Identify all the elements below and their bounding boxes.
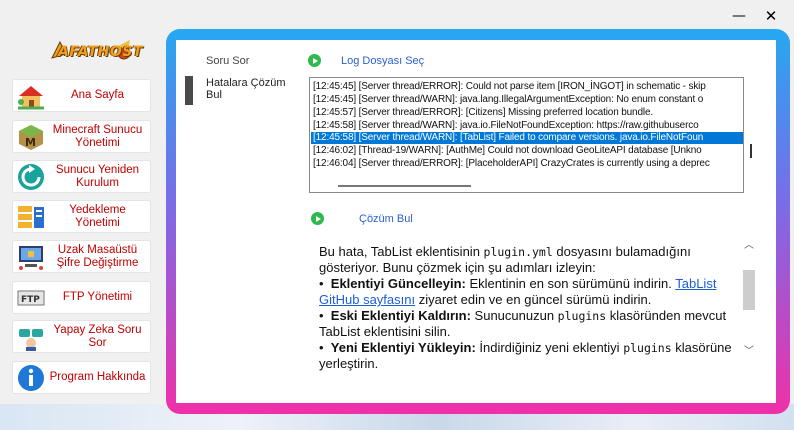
select-log-file-button[interactable]: Log Dosyası Seç — [341, 55, 424, 67]
active-tab-marker — [185, 76, 193, 105]
log-list[interactable]: [12:45:45] [Server thread/ERROR]: Could … — [309, 77, 744, 193]
solution-text-box[interactable]: Bu hata, TabList eklentisinin plugin.yml… — [309, 233, 758, 373]
minecraft-icon: M — [19, 125, 43, 150]
nav-about-label: Program Hakkında — [49, 371, 146, 383]
find-solution-button[interactable]: Çözüm Bul — [359, 213, 413, 225]
refresh-icon — [18, 164, 44, 190]
nav-about-button[interactable]: Program Hakkında — [12, 361, 151, 394]
chevron-down-icon[interactable]: ﹀ — [741, 342, 757, 357]
nav-minecraft-label: Minecraft Sunucu Yönetimi — [52, 123, 143, 149]
app-logo: AFATHOST — [44, 36, 142, 70]
log-line[interactable]: [12:45:58] [Server thread/WARN]: java.io… — [313, 120, 699, 132]
ai-robot-icon — [19, 329, 43, 351]
nav-home-button[interactable]: Ana Sayfa — [12, 79, 151, 112]
step1-text: Eklentinin en son sürümünü indirin. — [465, 276, 672, 291]
nav-ftp-label: FTP Yönetimi — [62, 291, 133, 303]
minimize-button[interactable]: — — [728, 6, 750, 26]
nav-home-label: Ana Sayfa — [70, 89, 125, 101]
svg-text:FTP: FTP — [21, 295, 40, 305]
solution-text: Bu hata, TabList eklentisinin plugin.yml… — [319, 244, 732, 371]
answer-intro: Bu hata, TabList eklentisinin — [319, 244, 484, 259]
step2-text: Sunucunuzun — [470, 308, 558, 323]
remote-desktop-icon — [19, 246, 43, 270]
svg-text:M: M — [25, 136, 36, 149]
nav-ai-ask-button[interactable]: Yapay Zeka Soru Sor — [12, 320, 151, 353]
nav-reinstall-label: Sunucu Yeniden Kurulum — [55, 163, 140, 189]
step1-after: ziyaret edin ve en güncel sürümü indirin… — [415, 292, 652, 307]
step2-title: Eski Eklentiyi Kaldırın: — [330, 308, 471, 323]
nav-rdp-password-label: Uzak Masaüstü Şifre Değiştirme — [56, 243, 139, 269]
log-line[interactable]: [12:45:57] [Server thread/ERROR]: [Citiz… — [313, 107, 653, 119]
nav-backup-label: Yedekleme Yönetimi — [69, 203, 126, 229]
log-line[interactable]: [12:45:45] [Server thread/WARN]: java.la… — [313, 94, 703, 106]
nav-ai-ask-label: Yapay Zeka Soru Sor — [53, 323, 142, 349]
step3-text: İndirdiğiniz yeni eklentiyi — [475, 340, 624, 355]
ask-question-tab[interactable]: Soru Sor — [206, 55, 249, 67]
step1-title: Eklentiyi Güncelleyin: — [330, 276, 466, 291]
step3-code: plugins — [623, 341, 672, 355]
step2-code: plugins — [557, 309, 607, 323]
close-button[interactable]: ✕ — [760, 6, 782, 26]
log-line-selected[interactable]: [12:45:58] [Server thread/WARN]: [TabLis… — [311, 132, 743, 144]
logo-text: AFATHOST — [58, 44, 143, 60]
info-icon — [18, 365, 44, 391]
ftp-icon: FTP — [17, 290, 45, 306]
log-horizontal-scrollbar[interactable] — [338, 185, 471, 187]
solution-scrollbar[interactable]: ︿ ﹀ — [741, 236, 757, 357]
chevron-up-icon[interactable]: ︿ — [741, 236, 757, 251]
nav-backup-button[interactable]: Yedekleme Yönetimi — [12, 200, 151, 233]
step3-title: Yeni Eklentiyi Yükleyin: — [330, 340, 476, 355]
log-line[interactable]: [12:46:04] [Server thread/ERROR]: [Place… — [313, 158, 710, 170]
play-icon[interactable] — [311, 212, 324, 225]
house-icon — [18, 86, 44, 110]
log-line[interactable]: [12:46:02] [Thread-19/WARN]: [AuthMe] Co… — [313, 145, 702, 157]
log-line[interactable]: [12:45:45] [Server thread/ERROR]: Could … — [313, 81, 706, 93]
nav-minecraft-button[interactable]: M Minecraft Sunucu Yönetimi — [12, 120, 151, 153]
log-vertical-scrollbar[interactable] — [750, 144, 752, 158]
nav-rdp-password-button[interactable]: Uzak Masaüstü Şifre Değiştirme — [12, 240, 151, 273]
answer-intro-code: plugin.yml — [483, 245, 553, 259]
nav-ftp-button[interactable]: FTP FTP Yönetimi — [12, 281, 151, 314]
play-icon[interactable] — [308, 54, 321, 67]
nav-reinstall-button[interactable]: Sunucu Yeniden Kurulum — [12, 160, 151, 193]
scrollbar-thumb[interactable] — [743, 270, 755, 310]
folders-icon — [18, 206, 44, 228]
find-error-solution-tab[interactable]: Hatalara Çözüm Bul — [206, 77, 296, 101]
